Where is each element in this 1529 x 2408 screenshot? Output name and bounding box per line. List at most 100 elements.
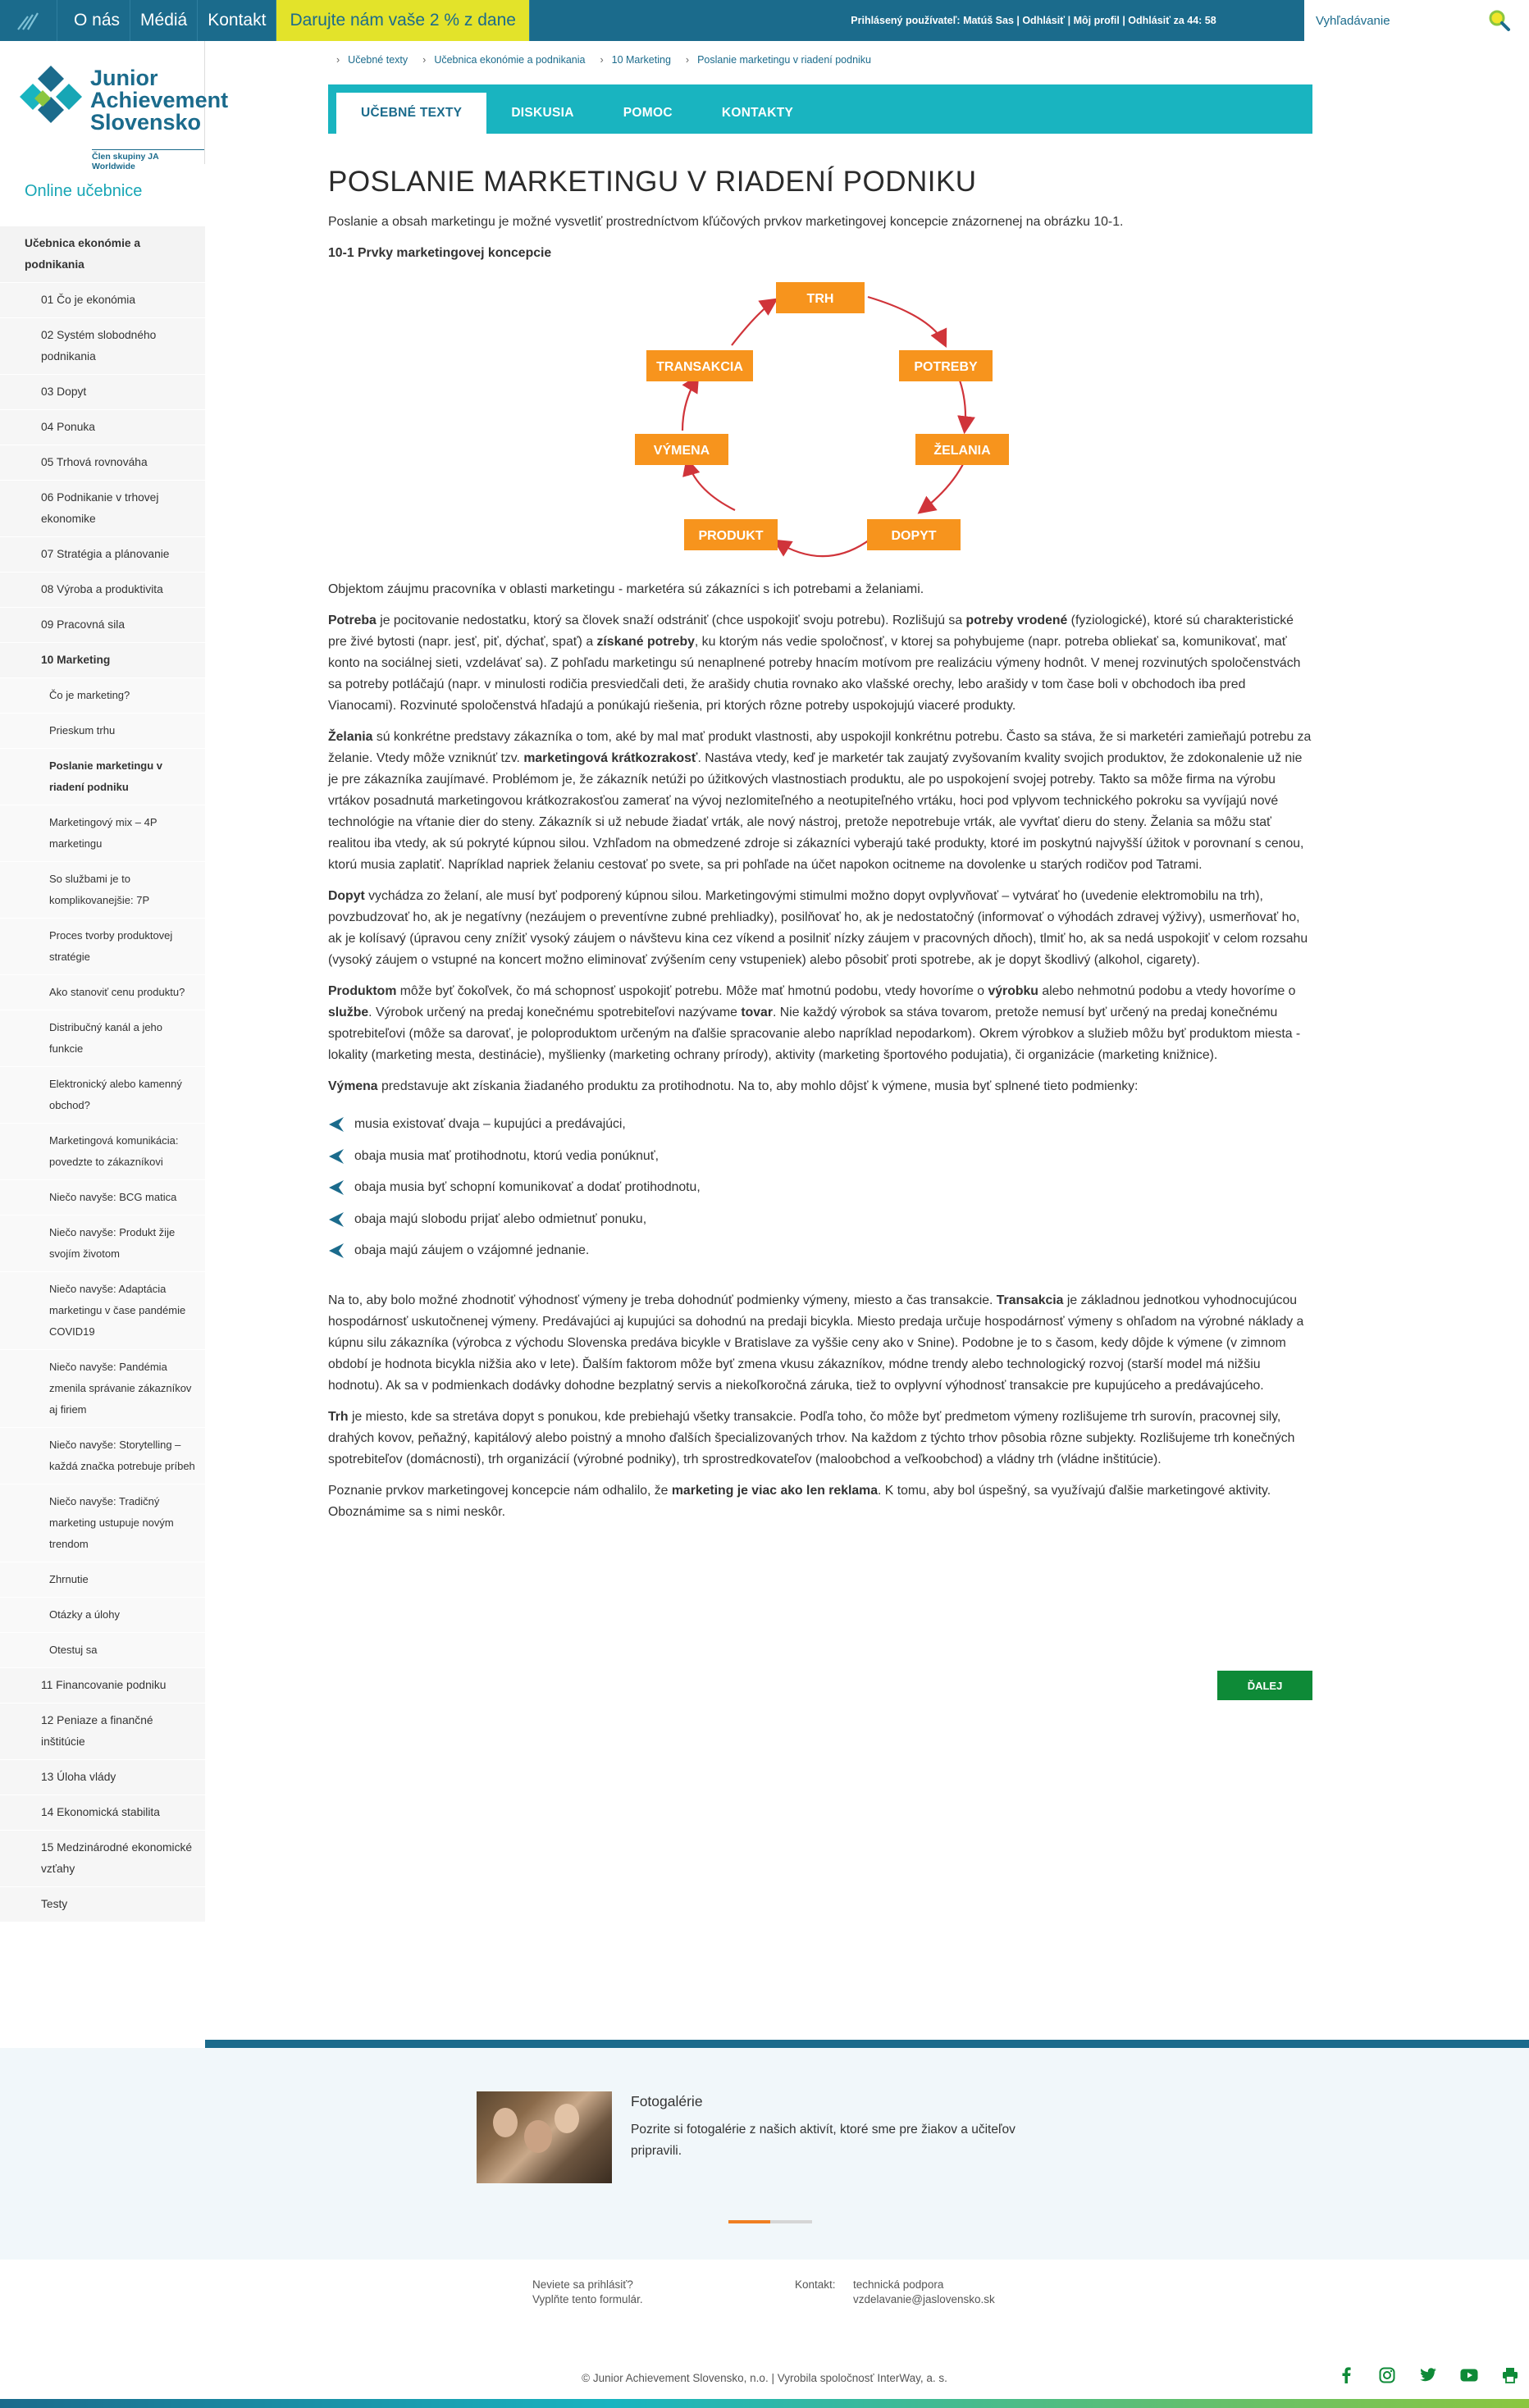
- sidebar-item[interactable]: 06 Podnikanie v trhovej ekonomike: [0, 481, 205, 537]
- user-status: Prihlásený používateľ: Matúš Sas | Odhlá…: [851, 15, 1216, 26]
- contact-info: technická podpora vzdelavanie@jaslovensk…: [853, 2278, 995, 2307]
- login-help: Neviete sa prihlásiť? Vyplňte tento form…: [532, 2278, 643, 2307]
- list-item: musia existovať dvaja – kupujúci a predá…: [328, 1109, 1312, 1141]
- article: POSLANIE MARKETINGU V RIADENÍ PODNIKU Po…: [328, 162, 1312, 1533]
- search-box: [1304, 0, 1529, 41]
- sidebar-item[interactable]: Marketingový mix – 4P marketingu: [0, 805, 205, 862]
- breadcrumb-item[interactable]: 10 Marketing: [600, 54, 671, 66]
- nav-media[interactable]: Médiá: [130, 0, 199, 41]
- online-textbooks-heading[interactable]: Online učebnice: [25, 182, 142, 201]
- sidebar-item[interactable]: Niečo navyše: Produkt žije svojím životo…: [0, 1215, 205, 1272]
- intro-text: Poslanie a obsah marketingu je možné vys…: [328, 215, 1124, 229]
- paragraph-market: Trh je miesto, kde sa stretáva dopyt s p…: [328, 1409, 1295, 1466]
- home-logo-icon[interactable]: [0, 0, 57, 41]
- exchange-conditions-list: musia existovať dvaja – kupujúci a predá…: [328, 1109, 1312, 1267]
- breadcrumb: Učebné texty Učebnica ekonómie a podnika…: [336, 54, 871, 66]
- sidebar-item[interactable]: 07 Stratégia a plánovanie: [0, 537, 205, 572]
- gallery-title[interactable]: Fotogalérie: [631, 2093, 703, 2110]
- sidebar-item[interactable]: Niečo navyše: Pandémia zmenila správanie…: [0, 1350, 205, 1428]
- sidebar-item[interactable]: 04 Ponuka: [0, 410, 205, 445]
- node-demand-label: DOPYT: [891, 529, 936, 543]
- paragraph-conclusion: Poznanie prvkov marketingovej koncepcie …: [328, 1483, 1271, 1519]
- paragraph-transaction: Na to, aby bolo možné zhodnotiť výhodnos…: [328, 1293, 1304, 1393]
- sidebar-item[interactable]: 01 Čo je ekonómia: [0, 283, 205, 318]
- search-icon[interactable]: [1488, 9, 1511, 36]
- footer-divider: [205, 2040, 1529, 2048]
- tab-discussion[interactable]: DISKUSIA: [486, 93, 598, 134]
- bullet-arrow-icon: [329, 1211, 344, 1227]
- sidebar-item[interactable]: 10 Marketing: [0, 643, 205, 678]
- sidebar-item[interactable]: 13 Úloha vlády: [0, 1760, 205, 1795]
- breadcrumb-item[interactable]: Učebnica ekonómie a podnikania: [422, 54, 585, 66]
- sidebar-item[interactable]: 02 Systém slobodného podnikania: [0, 318, 205, 375]
- sidebar-item[interactable]: Prieskum trhu: [0, 714, 205, 749]
- sidebar-item[interactable]: 12 Peniaze a finančné inštitúcie: [0, 1703, 205, 1760]
- sidebar-item[interactable]: Ako stanoviť cenu produktu?: [0, 975, 205, 1010]
- copyright: © Junior Achievement Slovensko, n.o. | V…: [582, 2372, 947, 2384]
- sidebar-item[interactable]: Otázky a úlohy: [0, 1598, 205, 1633]
- list-item: obaja majú záujem o vzájomné jednanie.: [328, 1235, 1312, 1267]
- bullet-arrow-icon: [329, 1180, 344, 1196]
- sidebar-item[interactable]: So službami je to komplikovanejšie: 7P: [0, 862, 205, 919]
- breadcrumb-item: Poslanie marketingu v riadení podniku: [686, 54, 871, 66]
- sidebar-item[interactable]: 14 Ekonomická stabilita: [0, 1795, 205, 1831]
- gallery-slider[interactable]: [728, 2220, 812, 2223]
- node-exchange-label: VÝMENA: [654, 442, 710, 458]
- list-item: obaja musia mať protihodnotu, ktorú vedi…: [328, 1141, 1312, 1173]
- sidebar-item[interactable]: Proces tvorby produktovej stratégie: [0, 919, 205, 975]
- sidebar-item[interactable]: 05 Trhová rovnováha: [0, 445, 205, 481]
- nav-about[interactable]: O nás: [64, 0, 131, 41]
- cycle-diagram: TRH POTREBY ŽELANIA DOPYT PRODUKT VÝMENA…: [635, 282, 1009, 558]
- paragraph-wants: Želania sú konkrétne predstavy zákazníka…: [328, 730, 1312, 872]
- tab-contacts[interactable]: KONTAKTY: [697, 93, 818, 134]
- sidebar-item[interactable]: Elektronický alebo kamenný obchod?: [0, 1067, 205, 1124]
- tab-texts[interactable]: UČEBNÉ TEXTY: [336, 93, 487, 134]
- brand-logo[interactable]: Junior Achievement Slovensko Člen skupin…: [0, 41, 228, 171]
- slider-progress: [728, 2220, 770, 2223]
- content-tabs: UČEBNÉ TEXTY DISKUSIA POMOC KONTAKTY: [328, 84, 1312, 134]
- sidebar-item[interactable]: Zhrnutie: [0, 1562, 205, 1598]
- bullet-arrow-icon: [329, 1148, 344, 1164]
- facebook-icon[interactable]: [1337, 2366, 1355, 2384]
- top-nav: O nás Médiá Kontakt Darujte nám vaše 2 %…: [64, 0, 530, 41]
- tab-help[interactable]: POMOC: [599, 93, 697, 134]
- sidebar-item[interactable]: Distribučný kanál a jeho funkcie: [0, 1010, 205, 1067]
- bullet-arrow-icon: [329, 1117, 344, 1133]
- list-item: obaja majú slobodu prijať alebo odmietnu…: [328, 1204, 1312, 1236]
- instagram-icon[interactable]: [1378, 2366, 1396, 2384]
- sidebar-item[interactable]: Niečo navyše: Tradičný marketing ustupuj…: [0, 1484, 205, 1562]
- paragraph-demand: Dopyt vychádza zo želaní, ale musí byť p…: [328, 889, 1308, 967]
- gallery-photo[interactable]: [477, 2091, 612, 2183]
- twitter-icon[interactable]: [1419, 2366, 1437, 2384]
- node-transaction-label: TRANSAKCIA: [656, 360, 743, 374]
- paragraph-1: Objektom záujmu pracovníka v oblasti mar…: [328, 582, 924, 596]
- sidebar-item[interactable]: Čo je marketing?: [0, 678, 205, 714]
- sidebar-nav: Učebnica ekonómie a podnikania 01 Čo je e…: [0, 226, 205, 1922]
- sidebar-item[interactable]: Niečo navyše: Adaptácia marketingu v čas…: [0, 1272, 205, 1350]
- youtube-icon[interactable]: [1460, 2366, 1478, 2384]
- sidebar-item[interactable]: Marketingová komunikácia: povedzte to zá…: [0, 1124, 205, 1180]
- search-input[interactable]: [1304, 13, 1468, 28]
- social-links: [1337, 2366, 1519, 2384]
- sidebar-item[interactable]: Niečo navyše: Storytelling – každá značk…: [0, 1428, 205, 1484]
- sidebar-item[interactable]: Otestuj sa: [0, 1633, 205, 1668]
- print-icon[interactable]: [1501, 2366, 1519, 2384]
- sidebar-item[interactable]: Testy: [0, 1887, 205, 1922]
- donate-2-percent-link[interactable]: Darujte nám vaše 2 % z dane: [276, 0, 530, 41]
- sidebar-item[interactable]: 15 Medzinárodné ekonomické vzťahy: [0, 1831, 205, 1887]
- sidebar-item[interactable]: 03 Dopyt: [0, 375, 205, 410]
- marketing-concept-diagram: TRH POTREBY ŽELANIA DOPYT PRODUKT VÝMENA…: [328, 271, 1312, 574]
- sidebar-item[interactable]: 11 Financovanie podniku: [0, 1668, 205, 1703]
- sidebar-item[interactable]: 08 Výroba a produktivita: [0, 572, 205, 608]
- next-button[interactable]: ĎALEJ: [1217, 1671, 1312, 1700]
- sidebar-item[interactable]: 09 Pracovná sila: [0, 608, 205, 643]
- contact-email-link[interactable]: vzdelavanie@jaslovensko.sk: [853, 2292, 995, 2307]
- figure-title: 10-1 Prvky marketingovej koncepcie: [328, 246, 552, 260]
- breadcrumb-item[interactable]: Učebné texty: [336, 54, 408, 66]
- contact-label: Kontakt:: [795, 2278, 836, 2291]
- sidebar-item[interactable]: Poslanie marketingu v riadení podniku: [0, 749, 205, 805]
- login-form-link[interactable]: Vyplňte tento formulár.: [532, 2292, 643, 2307]
- sidebar-item[interactable]: Učebnica ekonómie a podnikania: [0, 226, 205, 283]
- sidebar-item[interactable]: Niečo navyše: BCG matica: [0, 1180, 205, 1215]
- nav-contact[interactable]: Kontakt: [198, 0, 277, 41]
